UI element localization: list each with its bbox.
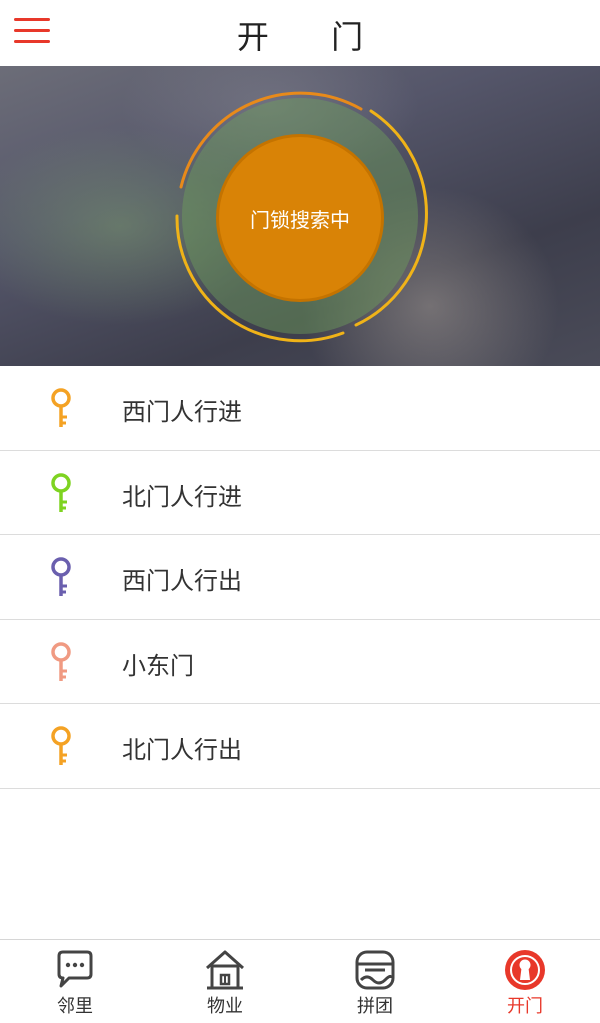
tab-label: 开门 <box>507 996 543 1017</box>
tab-property[interactable]: 物业 <box>150 940 300 1023</box>
door-label: 北门人行出 <box>122 736 242 764</box>
lock-search-banner: 门锁搜索中 <box>0 66 600 366</box>
door-label: 西门人行出 <box>122 567 242 595</box>
door-item-north-exit[interactable]: 北门人行出 <box>0 704 600 789</box>
tab-label: 物业 <box>207 996 243 1017</box>
key-icon <box>51 472 71 512</box>
page-title: 开 门 <box>236 18 390 56</box>
tab-label: 拼团 <box>357 996 393 1017</box>
tab-open-door[interactable]: 开门 <box>450 940 600 1023</box>
key-icon <box>51 726 71 765</box>
key-icon <box>51 641 71 681</box>
door-item-small-east[interactable]: 小东门 <box>0 619 600 704</box>
chat-bubble-icon <box>57 950 93 988</box>
house-icon <box>206 950 244 990</box>
tab-label: 邻里 <box>57 996 93 1017</box>
door-label: 西门人行进 <box>122 398 242 426</box>
search-status-label: 门锁搜索中 <box>250 207 350 232</box>
door-label: 小东门 <box>122 651 194 680</box>
key-icon <box>51 557 71 596</box>
keyhole-icon <box>505 950 545 990</box>
tab-neighbors[interactable]: 邻里 <box>0 940 150 1023</box>
door-item-west-exit[interactable]: 西门人行出 <box>0 535 600 620</box>
door-item-west-entry[interactable]: 西门人行进 <box>0 366 600 451</box>
bottom-tab-bar: 邻里 物业 拼团 开门 <box>0 939 600 1023</box>
door-label: 北门人行进 <box>122 482 242 511</box>
tab-group-buy[interactable]: 拼团 <box>300 940 450 1023</box>
door-list: 西门人行进 北门人行进 西门人行出 小东门 北门人行出 <box>0 366 600 789</box>
key-icon <box>51 388 71 427</box>
lock-search-button[interactable]: 门锁搜索中 <box>216 134 384 302</box>
door-item-north-entry[interactable]: 北门人行进 <box>0 450 600 535</box>
app-header: 开 门 <box>0 0 600 66</box>
group-buy-icon <box>355 950 395 990</box>
